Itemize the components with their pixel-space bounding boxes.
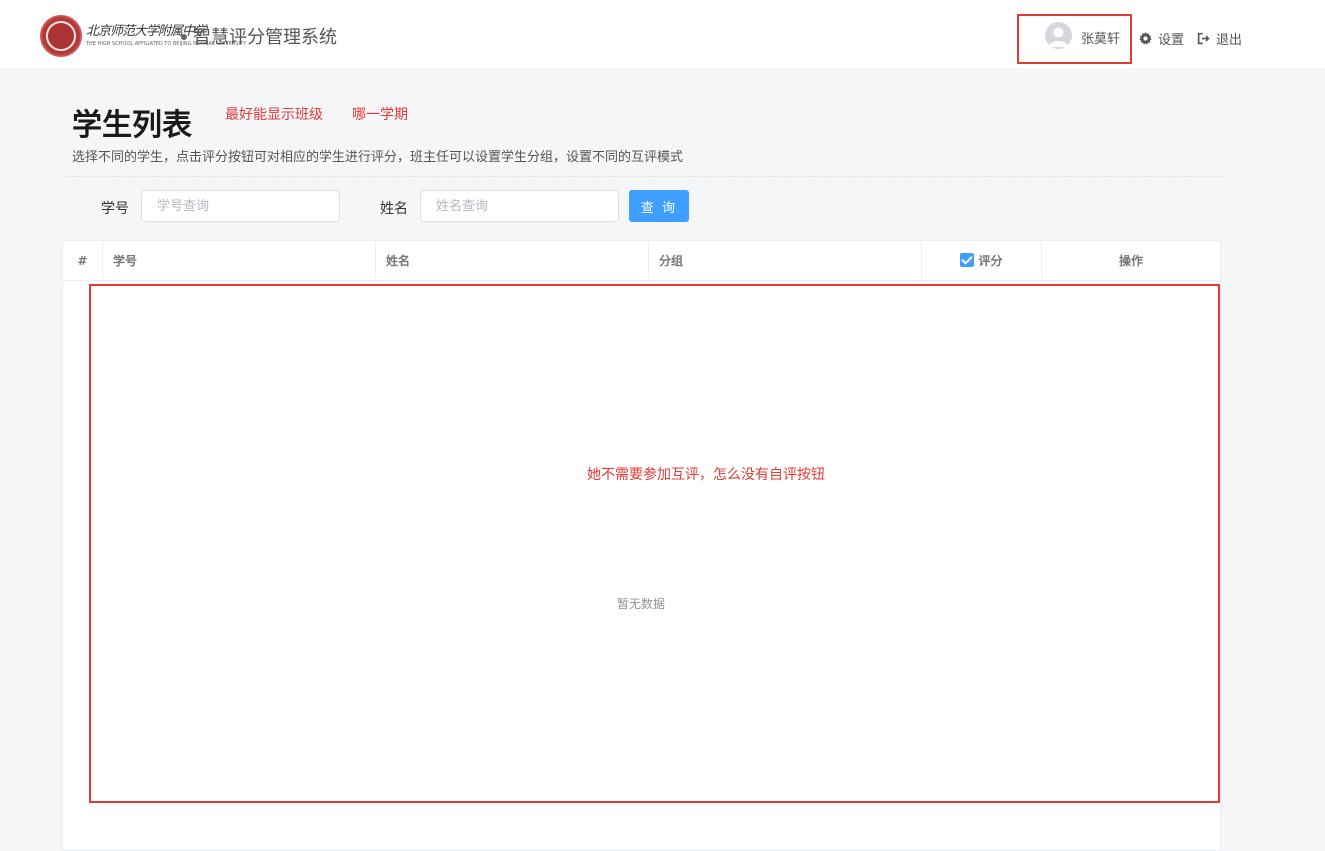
title-separator-dot	[181, 34, 187, 40]
annotation-user-box	[1017, 14, 1132, 64]
column-header-score[interactable]: 评分	[922, 241, 1042, 281]
column-header-student-id[interactable]: 学号	[103, 241, 376, 281]
school-name-logo: 北京师范大学附属中学 THE HIGH SCHOOL AFFILIATED TO…	[86, 20, 247, 54]
logo-en-text: THE HIGH SCHOOL AFFILIATED TO BEIJING NO…	[86, 41, 247, 47]
annotation-table-box	[89, 284, 1220, 803]
page-title: 学生列表	[72, 108, 192, 143]
header-divider	[62, 176, 1222, 177]
column-header-index: #	[63, 241, 103, 281]
logout-label: 退出	[1216, 33, 1243, 48]
student-name-search-input[interactable]	[420, 190, 619, 222]
annotation-note-term: 哪一学期	[352, 107, 408, 123]
system-title: 智慧评分管理系统	[193, 27, 337, 48]
settings-label: 设置	[1158, 33, 1185, 48]
column-header-name[interactable]: 姓名	[376, 241, 649, 281]
annotation-comment: 她不需要参加互评，怎么没有自评按钮	[587, 467, 825, 483]
logo-cn-text: 北京师范大学附属中学	[86, 24, 207, 39]
student-name-label: 姓名	[380, 201, 408, 217]
column-header-actions: 操作	[1118, 254, 1143, 268]
annotation-note-class: 最好能显示班级	[225, 107, 323, 123]
student-id-label: 学号	[101, 201, 129, 217]
score-filter-checkbox[interactable]	[960, 253, 975, 267]
query-button[interactable]: 查 询	[629, 190, 689, 222]
column-header-group[interactable]: 分组	[649, 241, 922, 281]
school-seal-logo	[40, 15, 82, 57]
page-description: 选择不同的学生，点击评分按钮可对相应的学生进行评分，班主任可以设置学生分组，设置…	[72, 150, 684, 165]
logout-icon	[1197, 32, 1210, 45]
student-id-search-input[interactable]	[141, 190, 340, 222]
logout-button[interactable]: 退出	[1197, 29, 1242, 48]
table-header: # 学号 姓名 分组 评分 操作	[63, 241, 1220, 281]
score-header-label: 评分	[978, 254, 1003, 268]
settings-button[interactable]: 设置	[1139, 29, 1184, 48]
gear-icon	[1139, 32, 1152, 45]
